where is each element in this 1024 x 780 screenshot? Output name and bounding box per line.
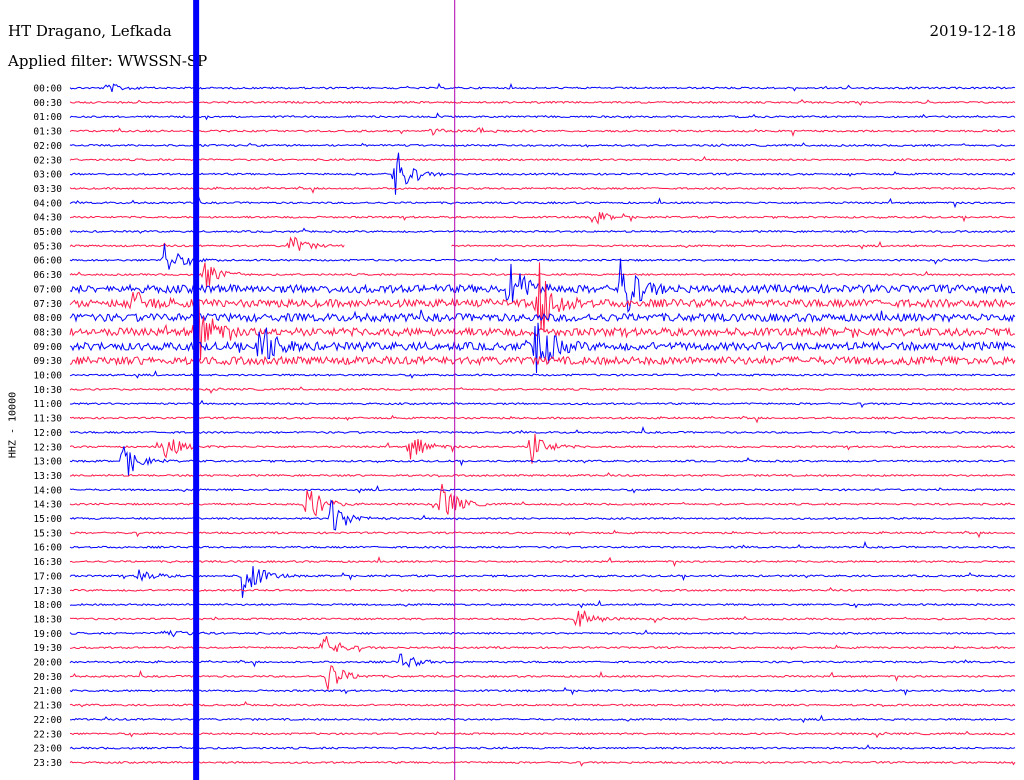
time-tick-label: 12:30: [33, 442, 62, 453]
time-tick-label: 06:30: [33, 270, 62, 281]
trace-line: [69, 426, 1016, 435]
time-tick-label: 11:00: [33, 399, 62, 410]
time-tick-label: 22:30: [33, 729, 62, 740]
trace-line: [69, 386, 1016, 394]
time-tick-label: 10:30: [33, 385, 62, 396]
time-tick-label: 08:00: [33, 313, 62, 324]
trace-line: [69, 653, 1016, 669]
time-tick-label: 16:00: [33, 543, 62, 554]
time-tick-label: 00:00: [33, 84, 62, 95]
time-tick-label: 14:30: [33, 500, 62, 511]
trace-line: [69, 472, 1016, 478]
trace-line: [69, 529, 1016, 539]
time-tick-label: 09:00: [33, 342, 62, 353]
trace-line: [69, 599, 1016, 609]
time-tick-label: 18:30: [33, 614, 62, 625]
time-tick-label: 18:00: [33, 600, 62, 611]
trace-line: [69, 155, 1016, 162]
trace-line: [69, 586, 1016, 593]
time-tick-label: 21:30: [33, 701, 62, 712]
time-tick-label: 15:00: [33, 514, 62, 525]
time-tick-label: 02:30: [33, 155, 62, 166]
trace-line: [69, 196, 1016, 209]
trace-line: [69, 212, 1016, 225]
trace-line: [69, 370, 1016, 379]
trace-line: [69, 629, 1016, 638]
time-tick-label: 22:00: [33, 715, 62, 726]
time-tick-label: 11:30: [33, 414, 62, 425]
time-tick-label: 23:30: [33, 758, 62, 769]
trace-line: [69, 99, 1016, 106]
trace-line: [69, 701, 1016, 708]
time-tick-label: 01:00: [33, 112, 62, 123]
time-tick-label: 21:00: [33, 686, 62, 697]
time-tick-label: 20:00: [33, 658, 62, 669]
trace-line: [69, 236, 1016, 251]
time-tick-label: 17:00: [33, 571, 62, 582]
trace-line: [69, 566, 1016, 598]
trace-line: [69, 556, 1016, 568]
time-label-layer: 00:00 00:30 01:00 01:30 02:00 02:30 03:00 03:30…: [33, 84, 62, 769]
time-tick-label: 17:30: [33, 586, 62, 597]
time-tick-label: 00:30: [33, 98, 62, 109]
time-tick-label: 07:30: [33, 299, 62, 310]
trace-line: [69, 262, 1016, 288]
time-tick-label: 08:30: [33, 327, 62, 338]
trace-layer: [69, 82, 1016, 767]
time-tick-label: 05:00: [33, 227, 62, 238]
trace-line: [69, 483, 1016, 517]
trace-line: [69, 414, 1016, 424]
trace-line: [69, 635, 1016, 653]
trace-line: [69, 399, 1016, 409]
time-tick-label: 07:00: [33, 284, 62, 295]
time-tick-label: 16:30: [33, 557, 62, 568]
trace-line: [69, 540, 1016, 549]
time-tick-label: 23:00: [33, 744, 62, 755]
trace-line: [69, 665, 1016, 690]
trace-line: [69, 744, 1016, 750]
time-tick-label: 04:00: [33, 198, 62, 209]
trace-line: [69, 686, 1016, 696]
trace-line: [69, 142, 1016, 148]
time-tick-label: 10:00: [33, 371, 62, 382]
time-tick-label: 14:00: [33, 485, 62, 496]
trace-line: [69, 82, 1016, 93]
time-tick-label: 03:30: [33, 184, 62, 195]
trace-line: [69, 227, 1016, 234]
trace-line: [69, 126, 1016, 137]
time-tick-label: 04:30: [33, 213, 62, 224]
trace-line: [69, 243, 1016, 270]
time-tick-label: 19:30: [33, 643, 62, 654]
time-tick-label: 02:00: [33, 141, 62, 152]
time-tick-label: 19:00: [33, 629, 62, 640]
time-tick-label: 13:30: [33, 471, 62, 482]
trace-line: [69, 610, 1016, 627]
trace-line: [69, 714, 1016, 724]
trace-line: [69, 354, 1016, 367]
time-tick-label: 01:30: [33, 127, 62, 138]
trace-line: [69, 112, 1016, 121]
helicorder-plot: 00:00 00:30 01:00 01:30 02:00 02:30 03:00 03:30…: [33, 0, 1016, 780]
trace-line: [69, 730, 1016, 739]
trace-line: [69, 499, 1016, 531]
time-tick-label: 05:30: [33, 241, 62, 252]
trace-line: [69, 433, 1016, 464]
time-tick-label: 13:00: [33, 457, 62, 468]
time-tick-label: 03:00: [33, 170, 62, 181]
time-tick-label: 06:00: [33, 256, 62, 267]
data-gap: [344, 236, 452, 254]
time-tick-label: 09:30: [33, 356, 62, 367]
time-tick-label: 15:30: [33, 528, 62, 539]
time-tick-label: 20:30: [33, 672, 62, 683]
trace-line: [69, 446, 1016, 476]
clipped-signal-band: [193, 0, 200, 780]
trace-line: [69, 760, 1016, 767]
trace-line: [69, 484, 1016, 494]
trace-line: [69, 186, 1016, 194]
time-tick-label: 12:00: [33, 428, 62, 439]
